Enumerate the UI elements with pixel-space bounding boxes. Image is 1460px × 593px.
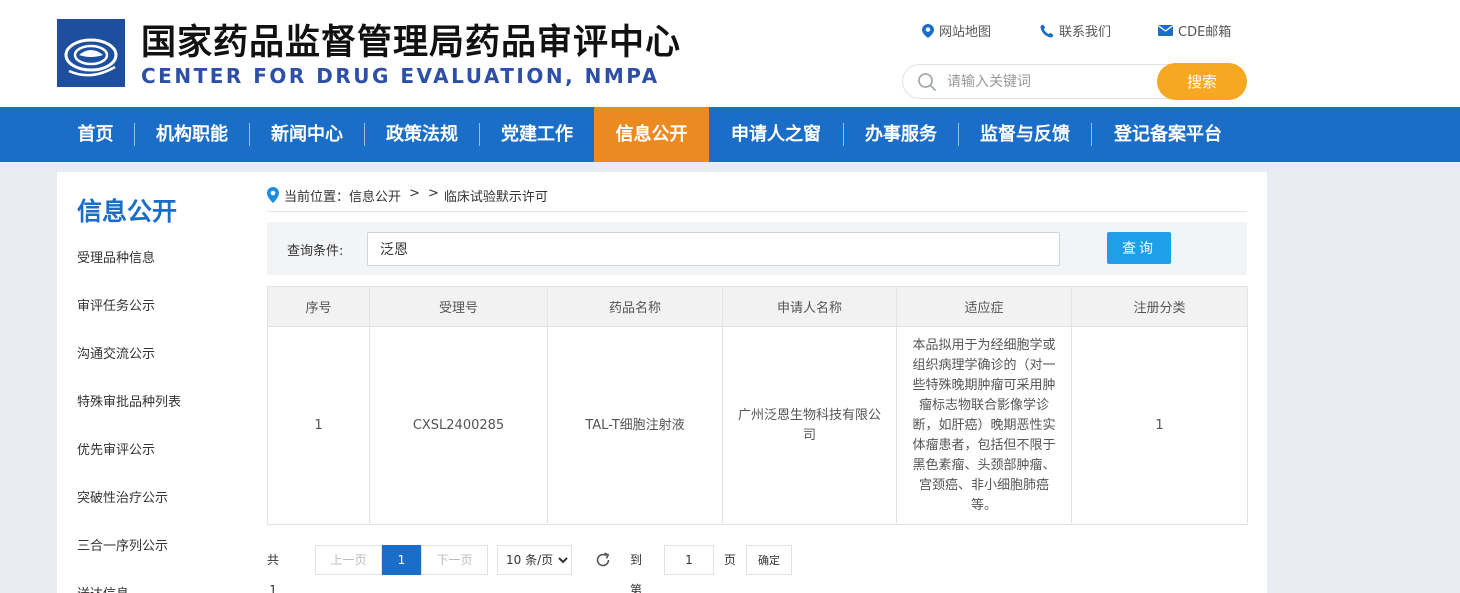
site-search: 搜索 bbox=[902, 63, 1247, 100]
col-header-index: 序号 bbox=[267, 286, 370, 327]
mail-icon bbox=[1158, 25, 1173, 36]
nav-item-supervision[interactable]: 监督与反馈 bbox=[959, 107, 1091, 162]
goto-confirm-button[interactable]: 确定 bbox=[746, 545, 792, 575]
col-header-applicant: 申请人名称 bbox=[722, 286, 897, 327]
sidebar-item-breakthrough[interactable]: 突破性治疗公示 bbox=[57, 478, 247, 526]
contact-label: 联系我们 bbox=[1059, 25, 1112, 40]
cde-mail-link[interactable]: CDE邮箱 bbox=[1158, 21, 1231, 40]
cell-drug-name: TAL-T细胞注射液 bbox=[547, 326, 723, 525]
breadcrumb-separator: > bbox=[409, 186, 420, 201]
goto-label: 到第 bbox=[630, 553, 643, 593]
sitemap-link[interactable]: 网站地图 bbox=[922, 21, 1040, 40]
search-icon bbox=[918, 73, 936, 91]
search-box bbox=[902, 64, 1177, 99]
table-row: 1 CXSL2400285 TAL-T细胞注射液 广州泛恩生物科技有限公司 本品… bbox=[267, 326, 1248, 525]
query-input[interactable] bbox=[367, 232, 1060, 266]
main-nav: 首页 机构职能 新闻中心 政策法规 党建工作 信息公开 申请人之窗 办事服务 监… bbox=[0, 107, 1460, 162]
sidebar: 信息公开 受理品种信息 审评任务公示 沟通交流公示 特殊审批品种列表 优先审评公… bbox=[57, 172, 247, 593]
prev-page-button[interactable]: 上一页 bbox=[315, 545, 382, 575]
page-unit-label: 页 bbox=[724, 553, 737, 567]
sitemap-label: 网站地图 bbox=[939, 25, 992, 40]
breadcrumb: 当前位置： 信息公开 > > 临床试验默示许可 bbox=[267, 186, 1247, 212]
col-header-drug-name: 药品名称 bbox=[547, 286, 723, 327]
phone-icon bbox=[1040, 24, 1054, 37]
cde-logo[interactable] bbox=[57, 19, 125, 87]
contact-link[interactable]: 联系我们 bbox=[1040, 21, 1158, 40]
query-bar: 查询条件: 查询 bbox=[267, 222, 1247, 275]
breadcrumb-link-info[interactable]: 信息公开 bbox=[349, 186, 401, 205]
cell-applicant: 广州泛恩生物科技有限公司 bbox=[722, 326, 897, 525]
sidebar-item-review-tasks[interactable]: 审评任务公示 bbox=[57, 286, 247, 334]
site-title-en: CENTER FOR DRUG EVALUATION, NMPA bbox=[141, 64, 660, 88]
site-title-cn: 国家药品监督管理局药品审评中心 bbox=[141, 23, 682, 63]
breadcrumb-prefix: 当前位置： bbox=[284, 190, 350, 205]
main-content: 当前位置： 信息公开 > > 临床试验默示许可 查询条件: 查询 序号 受理号 … bbox=[247, 172, 1267, 593]
col-header-category: 注册分类 bbox=[1071, 286, 1248, 327]
cell-acceptance-no: CXSL2400285 bbox=[369, 326, 548, 525]
sidebar-list: 受理品种信息 审评任务公示 沟通交流公示 特殊审批品种列表 优先审评公示 突破性… bbox=[57, 238, 247, 593]
nav-item-registration[interactable]: 登记备案平台 bbox=[1092, 107, 1244, 162]
breadcrumb-separator: > bbox=[427, 186, 439, 201]
cell-index: 1 bbox=[267, 326, 370, 525]
nav-item-home[interactable]: 首页 bbox=[57, 107, 134, 162]
query-button[interactable]: 查询 bbox=[1107, 232, 1171, 264]
refresh-icon[interactable] bbox=[593, 551, 613, 571]
next-page-button[interactable]: 下一页 bbox=[421, 545, 488, 575]
cde-mail-label: CDE邮箱 bbox=[1178, 25, 1232, 40]
search-input[interactable] bbox=[947, 72, 1147, 92]
sidebar-item-three-in-one[interactable]: 三合一序列公示 bbox=[57, 526, 247, 574]
page-1-button[interactable]: 1 bbox=[382, 545, 421, 575]
sidebar-item-priority-review[interactable]: 优先审评公示 bbox=[57, 430, 247, 478]
site-header: 国家药品监督管理局药品审评中心 CENTER FOR DRUG EVALUATI… bbox=[0, 0, 1460, 107]
breadcrumb-current: 临床试验默示许可 bbox=[443, 190, 548, 205]
sidebar-title: 信息公开 bbox=[77, 197, 178, 226]
cell-indication: 本品拟用于为经细胞学或组织病理学确诊的（对一些特殊晚期肿瘤可采用肿瘤标志物联合影… bbox=[896, 326, 1072, 525]
top-links: 网站地图 联系我们 CDE邮箱 bbox=[922, 21, 1231, 40]
nav-item-functions[interactable]: 机构职能 bbox=[135, 107, 249, 162]
total-count: 共 1 条 bbox=[267, 553, 280, 593]
table-header-row: 序号 受理号 药品名称 申请人名称 适应症 注册分类 bbox=[267, 286, 1248, 327]
nav-item-services[interactable]: 办事服务 bbox=[844, 107, 958, 162]
page-size-select[interactable]: 10 条/页 bbox=[497, 545, 572, 575]
search-button[interactable]: 搜索 bbox=[1157, 63, 1247, 100]
cell-category: 1 bbox=[1071, 326, 1248, 525]
col-header-indication: 适应症 bbox=[896, 286, 1072, 327]
nav-item-news[interactable]: 新闻中心 bbox=[250, 107, 364, 162]
query-label: 查询条件: bbox=[287, 244, 344, 259]
sidebar-item-accepted-varieties[interactable]: 受理品种信息 bbox=[57, 238, 247, 286]
location-pin-icon bbox=[267, 187, 279, 203]
location-pin-icon bbox=[922, 23, 934, 38]
goto-page-input[interactable] bbox=[664, 545, 714, 575]
nav-item-policy[interactable]: 政策法规 bbox=[365, 107, 479, 162]
results-table: 序号 受理号 药品名称 申请人名称 适应症 注册分类 1 CXSL2400285… bbox=[267, 286, 1248, 525]
sidebar-item-delivery-info[interactable]: 送达信息 bbox=[57, 574, 247, 593]
nav-item-applicant[interactable]: 申请人之窗 bbox=[709, 107, 843, 162]
sidebar-item-special-approval[interactable]: 特殊审批品种列表 bbox=[57, 382, 247, 430]
col-header-acceptance-no: 受理号 bbox=[369, 286, 548, 327]
sidebar-item-communication[interactable]: 沟通交流公示 bbox=[57, 334, 247, 382]
nav-item-party[interactable]: 党建工作 bbox=[480, 107, 594, 162]
nav-item-info-disclosure[interactable]: 信息公开 bbox=[594, 107, 709, 162]
